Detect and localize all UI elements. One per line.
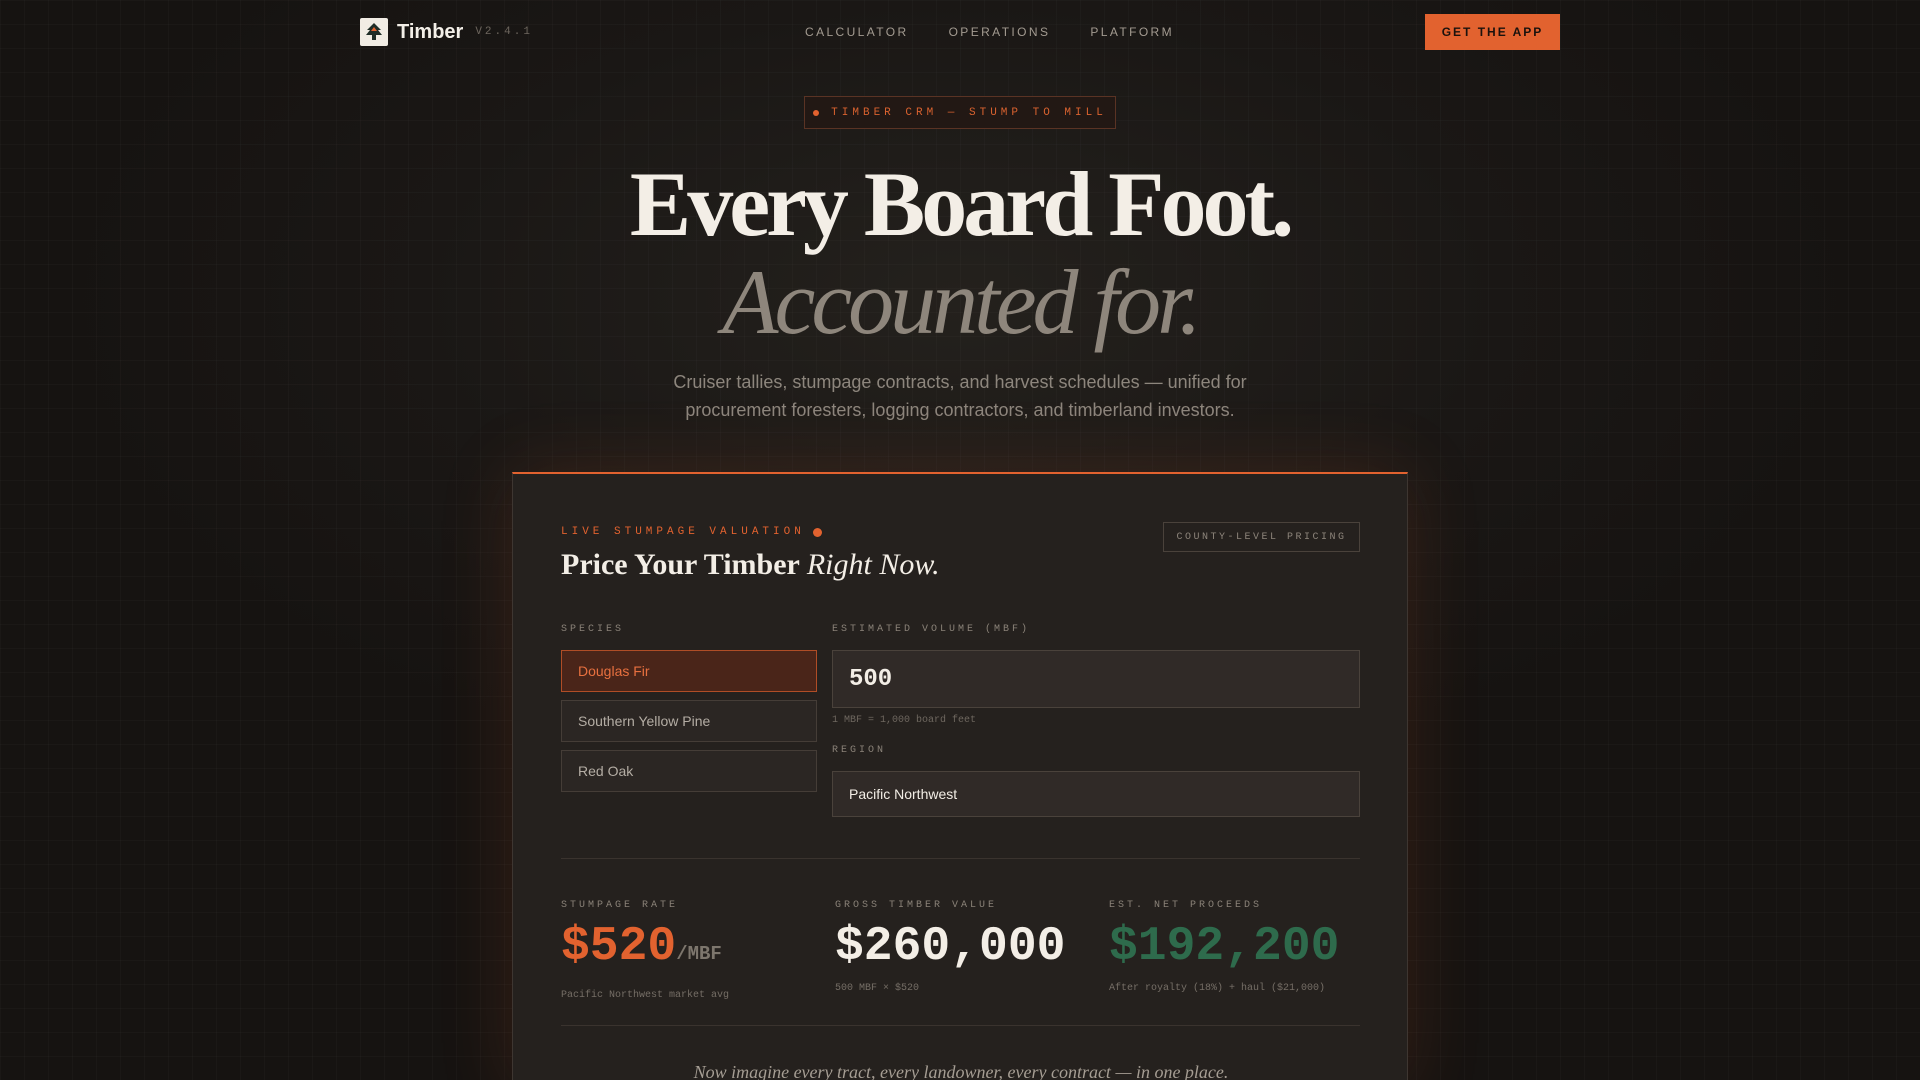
stumpage-rate-stat: STUMPAGE RATE $520/MBF Pacific Northwest… bbox=[561, 900, 729, 1001]
species-label: SPECIES bbox=[561, 624, 625, 635]
version-label: V2.4.1 bbox=[475, 26, 533, 38]
stumpage-calculator-card: LIVE STUMPAGE VALUATION Price Your Timbe… bbox=[512, 472, 1408, 1080]
divider bbox=[561, 1025, 1360, 1026]
top-nav: Timber V2.4.1 CALCULATOR OPERATIONS PLAT… bbox=[0, 0, 1920, 64]
gross-timber-value: $260,000 bbox=[835, 920, 1066, 974]
status-dot-icon bbox=[813, 109, 820, 116]
hero-title-italic: Accounted for. bbox=[722, 251, 1201, 353]
stat-label: EST. NET PROCEEDS bbox=[1109, 900, 1263, 911]
nav-links: CALCULATOR OPERATIONS PLATFORM bbox=[805, 25, 1174, 39]
divider bbox=[561, 858, 1360, 859]
get-the-app-button[interactable]: GET THE APP bbox=[1425, 14, 1560, 50]
brand[interactable]: Timber V2.4.1 bbox=[360, 18, 533, 46]
net-proceeds-value: $192,200 bbox=[1109, 920, 1340, 974]
gross-timber-value-stat: GROSS TIMBER VALUE $260,000 500 MBF × $5… bbox=[835, 900, 1065, 994]
stat-note: After royalty (18%) + haul ($21,000) bbox=[1109, 983, 1326, 994]
species-option-southern-yellow-pine[interactable]: Southern Yellow Pine bbox=[561, 700, 817, 742]
hero-subtitle: Cruiser tallies, stumpage contracts, and… bbox=[673, 372, 1247, 420]
stat-value: $520/MBF bbox=[561, 919, 729, 982]
hero-pill-label: TIMBER CRM — STUMP TO MILL bbox=[831, 106, 1107, 119]
stumpage-rate-value: $520 bbox=[561, 920, 677, 974]
net-proceeds-stat: EST. NET PROCEEDS $192,200 After royalty… bbox=[1109, 900, 1339, 994]
stat-note: Pacific Northwest market avg bbox=[561, 990, 730, 1001]
card-kicker: LIVE STUMPAGE VALUATION bbox=[561, 526, 822, 538]
card-title-italic: Right Now. bbox=[806, 548, 940, 581]
card-title-main: Price Your Timber bbox=[561, 548, 807, 581]
hero-pill: TIMBER CRM — STUMP TO MILL bbox=[804, 96, 1116, 129]
hero-title: Every Board Foot. bbox=[629, 153, 1294, 255]
species-option-douglas-fir[interactable]: Douglas Fir bbox=[561, 650, 817, 692]
stat-note: 500 MBF × $520 bbox=[835, 983, 920, 994]
stat-label: STUMPAGE RATE bbox=[561, 900, 679, 911]
county-pricing-badge: COUNTY-LEVEL PRICING bbox=[1163, 522, 1360, 552]
stumpage-rate-unit: /MBF bbox=[676, 943, 722, 965]
closing-line: Now imagine every tract, every landowner… bbox=[693, 1062, 1229, 1080]
brand-name: Timber bbox=[397, 20, 464, 43]
nav-link-calculator[interactable]: CALCULATOR bbox=[805, 25, 909, 39]
region-select[interactable]: Pacific Northwest bbox=[832, 771, 1360, 817]
card-kicker-label: LIVE STUMPAGE VALUATION bbox=[561, 526, 805, 538]
stat-label: GROSS TIMBER VALUE bbox=[835, 900, 998, 911]
nav-link-platform[interactable]: PLATFORM bbox=[1090, 25, 1174, 39]
volume-hint: 1 MBF = 1,000 board feet bbox=[832, 715, 977, 726]
region-label: REGION bbox=[832, 745, 887, 756]
volume-label: ESTIMATED VOLUME (MBF) bbox=[832, 624, 1031, 635]
tree-logo-icon bbox=[360, 18, 388, 46]
nav-link-operations[interactable]: OPERATIONS bbox=[949, 25, 1051, 39]
live-dot-icon bbox=[812, 527, 822, 537]
species-option-red-oak[interactable]: Red Oak bbox=[561, 750, 817, 792]
card-title: Price Your Timber Right Now. bbox=[561, 548, 940, 582]
volume-input[interactable] bbox=[832, 650, 1360, 708]
